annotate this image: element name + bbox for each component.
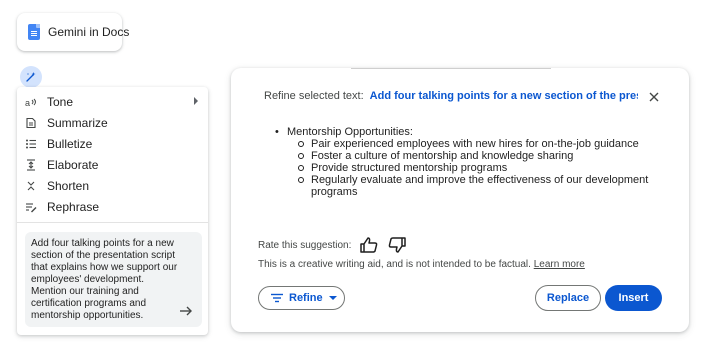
heading-bullet: Mentorship Opportunities:: [287, 126, 413, 138]
refine-dropdown-button[interactable]: Refine: [258, 286, 345, 310]
card-top-divider: [351, 68, 551, 69]
svg-text:a: a: [25, 98, 30, 108]
shorten-icon: [25, 180, 37, 192]
list-item: Pair experienced employees with new hire…: [297, 138, 655, 150]
submenu-arrow-icon: [194, 97, 198, 105]
menu-divider: [17, 222, 208, 223]
close-icon: [649, 92, 659, 102]
menu-item-bulletize[interactable]: Bulletize: [17, 133, 208, 154]
sub-bullet-list: Pair experienced employees with new hire…: [275, 138, 655, 198]
refine-result-card: Refine selected text: Add four talking p…: [231, 68, 689, 332]
prompt-input[interactable]: Add four talking points for a new sectio…: [25, 232, 202, 327]
menu-item-tone[interactable]: a Tone: [17, 91, 208, 112]
menu-item-summarize[interactable]: Summarize: [17, 112, 208, 133]
filter-lines-icon: [271, 293, 283, 303]
list-item: Regularly evaluate and improve the effec…: [297, 174, 655, 198]
tone-icon: a: [25, 96, 37, 108]
thumbs-down-icon[interactable]: [387, 236, 407, 254]
menu-item-elaborate[interactable]: Elaborate: [17, 154, 208, 175]
header-selected-text: Add four talking points for a new sectio…: [369, 90, 638, 102]
menu-item-shorten[interactable]: Shorten: [17, 175, 208, 196]
disclaimer: This is a creative writing aid, and is n…: [258, 259, 585, 270]
menu-item-label: Elaborate: [47, 157, 99, 172]
list-item: Foster a culture of mentorship and knowl…: [297, 150, 655, 162]
menu-item-label: Shorten: [47, 178, 90, 193]
learn-more-link[interactable]: Learn more: [534, 259, 585, 270]
rate-label: Rate this suggestion:: [258, 239, 352, 251]
close-button[interactable]: [647, 90, 661, 104]
list-item: • Mentorship Opportunities:: [275, 126, 413, 138]
app-chip-label: Gemini in Docs: [48, 25, 130, 39]
insert-button[interactable]: Insert: [605, 285, 662, 311]
menu-item-rephrase[interactable]: Rephrase: [17, 196, 208, 217]
gemini-in-docs-chip[interactable]: Gemini in Docs: [17, 13, 129, 51]
header-prefix: Refine selected text:: [264, 90, 364, 102]
rate-row: Rate this suggestion:: [258, 236, 407, 254]
sparkle-pen-icon: [26, 72, 36, 82]
gemini-sparkle-button[interactable]: [20, 66, 42, 88]
list-item: Provide structured mentorship programs: [297, 162, 655, 174]
summarize-icon: [25, 117, 37, 129]
menu-item-label: Bulletize: [47, 136, 93, 151]
menu-item-label: Rephrase: [47, 199, 100, 214]
bulletize-icon: [25, 138, 37, 150]
arrow-right-icon[interactable]: [178, 303, 194, 319]
rephrase-icon: [25, 201, 37, 213]
suggested-text: • Mentorship Opportunities: Pair experie…: [275, 126, 655, 198]
disclaimer-text: This is a creative writing aid, and is n…: [258, 259, 531, 270]
menu-item-label: Summarize: [47, 115, 108, 130]
prompt-text: Add four talking points for a new sectio…: [31, 238, 178, 321]
refine-label: Refine: [289, 292, 323, 304]
replace-button[interactable]: Replace: [535, 285, 601, 311]
refine-menu: a Tone Summarize Bulletize Elaborate Sho…: [17, 87, 208, 335]
docs-icon: [28, 24, 40, 40]
elaborate-icon: [25, 158, 37, 171]
chevron-down-icon: [328, 296, 337, 300]
thumbs-up-icon[interactable]: [359, 236, 379, 254]
menu-item-label: Tone: [47, 94, 74, 109]
card-header: Refine selected text: Add four talking p…: [258, 90, 638, 102]
